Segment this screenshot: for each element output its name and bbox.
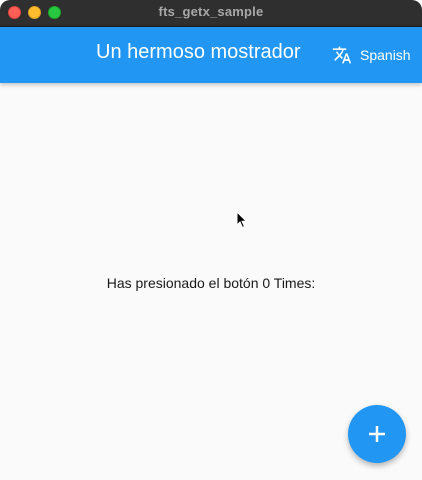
translate-icon	[332, 45, 352, 65]
mouse-cursor-icon	[236, 210, 248, 229]
language-button-label: Spanish	[360, 47, 411, 63]
add-icon	[369, 426, 385, 442]
app-bar: Un hermoso mostrador Spanish	[0, 27, 422, 83]
page-title: Un hermoso mostrador	[96, 41, 301, 63]
counter-text: Has presionado el botón 0 Times:	[106, 275, 316, 291]
window-titlebar: fts_getx_sample	[0, 0, 422, 27]
language-button[interactable]: Spanish	[332, 39, 411, 71]
app-window: fts_getx_sample Un hermoso mostrador Spa…	[0, 0, 422, 480]
window-title: fts_getx_sample	[158, 4, 264, 19]
increment-fab-button[interactable]	[348, 405, 406, 463]
